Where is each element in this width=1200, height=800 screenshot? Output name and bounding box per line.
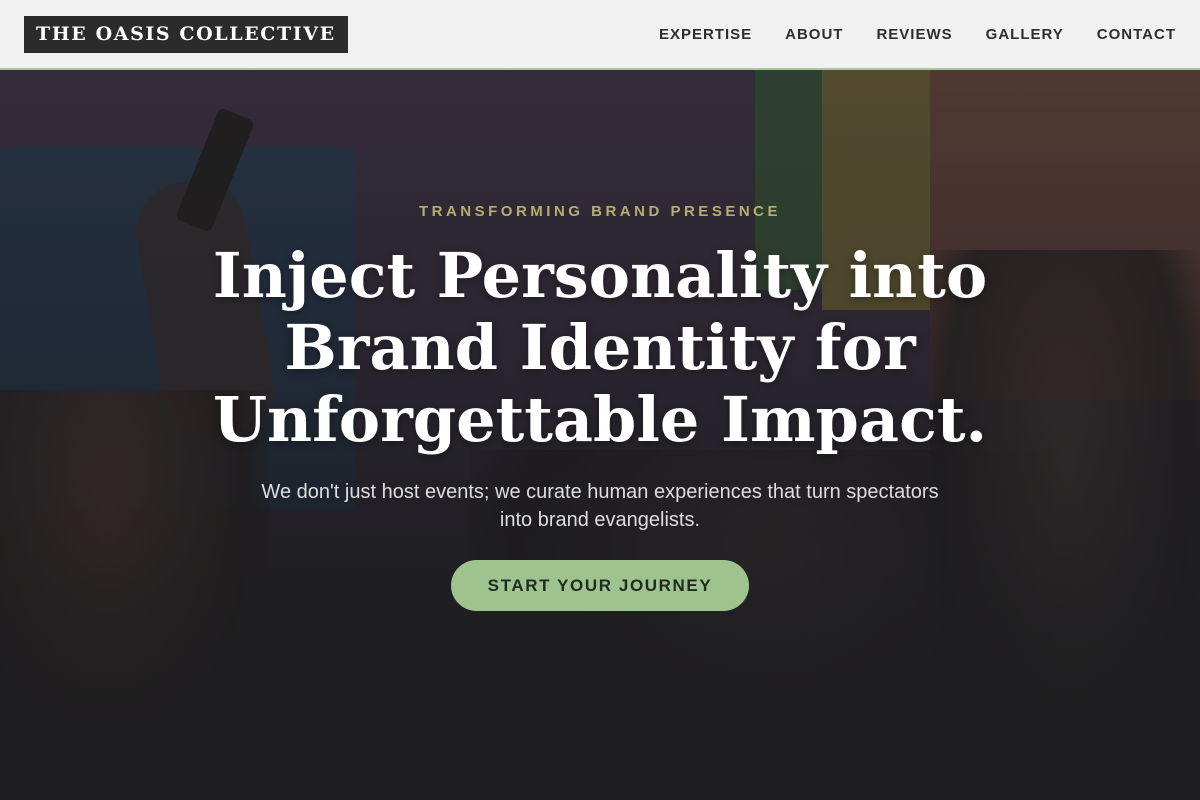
nav-item-contact[interactable]: CONTACT [1097,26,1176,43]
start-journey-button[interactable]: START YOUR JOURNEY [451,560,749,611]
brand-logo[interactable]: THE OASIS COLLECTIVE [24,16,348,53]
nav-item-expertise[interactable]: EXPERTISE [659,26,752,43]
hero-subtext: We don't just host events; we curate hum… [261,481,939,531]
hero-section: TRANSFORMING BRAND PRESENCE Inject Perso… [0,70,1200,800]
hero-eyebrow: TRANSFORMING BRAND PRESENCE [418,203,781,220]
nav-item-reviews[interactable]: REVIEWS [876,26,952,43]
hero-content: TRANSFORMING BRAND PRESENCE Inject Perso… [0,70,1200,800]
main-nav: EXPERTISE ABOUT REVIEWS GALLERY CONTACT [626,0,1176,68]
site-header: THE OASIS COLLECTIVE EXPERTISE ABOUT REV… [0,0,1200,70]
hero-headline: Inject Personality into Brand Identity f… [212,239,988,456]
nav-item-gallery[interactable]: GALLERY [986,26,1064,43]
nav-item-about[interactable]: ABOUT [785,26,843,43]
